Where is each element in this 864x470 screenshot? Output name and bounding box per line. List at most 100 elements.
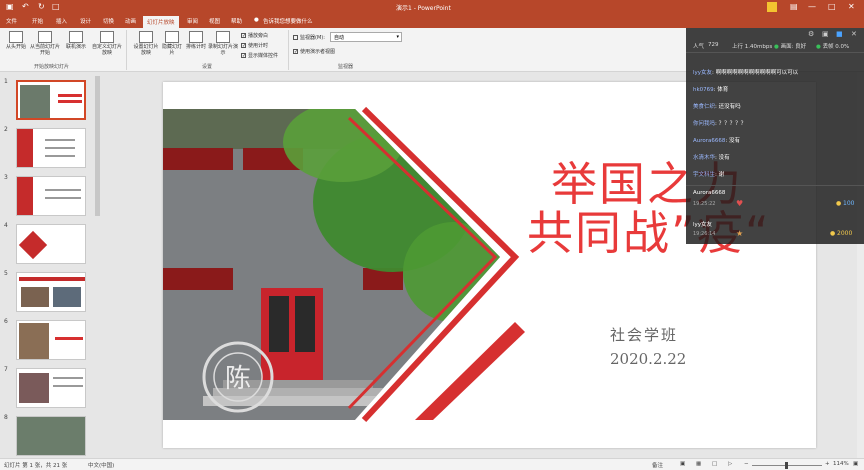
zoom-slider-handle[interactable]	[785, 462, 788, 469]
language-status[interactable]: 中文(中国)	[88, 461, 114, 469]
thumb-photo	[20, 85, 50, 118]
door-pane	[269, 296, 289, 352]
present-online-button[interactable]: 联机演示	[64, 31, 88, 50]
slide-thumbnail-5[interactable]	[16, 272, 86, 312]
window-red	[163, 268, 233, 290]
tab-slideshow[interactable]: 幻灯片放映	[143, 16, 179, 28]
thumb-title	[55, 337, 83, 340]
tab-file[interactable]: 文件	[6, 17, 17, 25]
video-quality: ● 画面: 良好	[774, 44, 807, 50]
thumb-line	[45, 147, 75, 149]
presenter-view-checkbox[interactable]: ✓ 使用演示者视图	[293, 48, 335, 55]
thumb-line	[53, 377, 83, 379]
thumb-line	[45, 139, 75, 141]
lock-icon[interactable]: ▣	[822, 30, 829, 38]
status-bar: 幻灯片 第 1 张，共 21 张 中文(中国) 备注 ▣ ▦ □ ▷ − + 1…	[0, 458, 864, 470]
reading-view-icon[interactable]: □	[712, 461, 717, 467]
tab-insert[interactable]: 插入	[56, 17, 67, 25]
hide-slide-button[interactable]: 隐藏幻灯片	[160, 31, 184, 56]
slideshow-view-icon[interactable]: ▷	[728, 461, 732, 467]
clock-icon	[189, 31, 203, 43]
custom-show-button[interactable]: 自定义幻灯片放映	[92, 31, 122, 56]
narration-checkbox[interactable]: ✓ 播放旁白	[241, 32, 268, 39]
from-beginning-button[interactable]: 从头开始	[4, 31, 28, 50]
record-show-button[interactable]: 录制幻灯片演示	[208, 31, 238, 56]
zoom-level[interactable]: 114%	[833, 461, 849, 467]
ribbon-options-icon[interactable]: ▤	[790, 2, 798, 11]
tab-design[interactable]: 设计	[80, 17, 91, 25]
zoom-in-icon[interactable]: +	[825, 461, 830, 467]
minimize-icon[interactable]: —	[808, 2, 816, 11]
fit-window-icon[interactable]: ▣	[853, 461, 858, 467]
gift-icon: ♥	[736, 199, 744, 208]
maximize-icon[interactable]: □	[828, 2, 836, 11]
thumb-line	[45, 197, 81, 199]
rehearse-timings-button[interactable]: 排练计时	[184, 31, 208, 50]
chat-message: Aurora6668: 没有	[693, 138, 741, 144]
slide-thumbnail-6[interactable]	[16, 320, 86, 360]
thumb-photo	[17, 417, 85, 455]
tab-home[interactable]: 开始	[32, 17, 43, 25]
monitor-select[interactable]: 自动 ▾	[330, 32, 402, 42]
tab-help[interactable]: 帮助	[231, 17, 242, 25]
thumb-photo	[21, 287, 49, 307]
custom-icon	[100, 31, 114, 43]
from-current-button[interactable]: 从当前幻灯片开始	[28, 31, 62, 56]
normal-view-icon[interactable]: ▣	[680, 461, 685, 467]
chat-message: 你问我吗: ？？？？？	[693, 121, 747, 127]
gift-sender: lyy女友	[693, 222, 713, 228]
undo-icon[interactable]: ↶	[22, 2, 29, 11]
hide-icon	[165, 31, 179, 43]
viewers-count: 729	[708, 42, 719, 48]
thumb-bar	[19, 277, 85, 281]
chat-message: hk0769: 体育	[693, 87, 729, 93]
zoom-out-icon[interactable]: −	[744, 461, 749, 467]
close-icon[interactable]: ✕	[851, 30, 857, 38]
tab-animations[interactable]: 动画	[125, 17, 136, 25]
slide-thumbnail-2[interactable]	[16, 128, 86, 168]
account-icon[interactable]	[767, 2, 777, 12]
media-controls-checkbox[interactable]: ✓ 显示媒体控件	[241, 52, 278, 59]
redo-icon[interactable]: ↻	[38, 2, 45, 11]
close-icon[interactable]: ✕	[848, 2, 855, 11]
slide-thumbnail-7[interactable]	[16, 368, 86, 408]
door-pane	[295, 296, 315, 352]
slide-thumbnail-1[interactable]	[16, 80, 86, 120]
thumb-line	[53, 385, 83, 387]
upload-rate: 上行 1.40mbps	[732, 44, 773, 50]
slide-number: 7	[4, 366, 8, 373]
building-photo: 陈	[163, 109, 500, 420]
thumbnail-scrollbar[interactable]	[95, 76, 100, 216]
tab-review[interactable]: 审阅	[187, 17, 198, 25]
tell-me-search[interactable]: 告诉我您想要做什么	[263, 17, 313, 25]
slide-date[interactable]: 2020.2.22	[610, 350, 686, 368]
tab-transitions[interactable]: 切换	[103, 17, 114, 25]
setup-show-button[interactable]: 设置幻灯片放映	[132, 31, 160, 56]
title-bar: ▣ ↶ ↻ □ 演示1 - PowerPoint ▤ — □ ✕	[0, 0, 864, 15]
thumb-diamond	[18, 230, 48, 260]
slide-thumbnail-4[interactable]	[16, 224, 86, 264]
slide-subtitle[interactable]: 社会学班	[610, 324, 678, 345]
notes-button[interactable]: 备注	[652, 461, 663, 469]
live-chat-overlay: ⚙ ▣ ■ ✕ 人气 729 上行 1.40mbps ● 画面: 良好 ● 丢帧…	[686, 28, 864, 244]
save-icon[interactable]: ▣	[6, 2, 14, 11]
slide-thumbnail-3[interactable]	[16, 176, 86, 216]
thumb-block	[17, 177, 33, 215]
chat-message: 水清木华: 没有	[693, 155, 730, 161]
play-icon	[9, 31, 23, 43]
tab-view[interactable]: 视图	[209, 17, 220, 25]
present-icon[interactable]: □	[52, 2, 60, 11]
chat-icon[interactable]: ■	[836, 30, 843, 38]
window-title: 演示1 - PowerPoint	[396, 5, 451, 12]
lightbulb-icon: ●	[254, 17, 259, 23]
monitor-icon	[293, 35, 298, 40]
chat-message: lyy女友: 啊啊啊啊啊啊啊啊啊啊啊可以可以	[693, 70, 799, 76]
group-label-start: 开始放映幻灯片	[34, 64, 70, 70]
timings-checkbox[interactable]: ✓ 使用计时	[241, 42, 268, 49]
coin-icon: ●	[830, 230, 836, 237]
slide-number: 8	[4, 414, 8, 421]
slide-thumbnail-8[interactable]	[16, 416, 86, 456]
slide-sorter-icon[interactable]: ▦	[696, 461, 701, 467]
gift-amount: 100	[843, 200, 855, 207]
settings-icon[interactable]: ⚙	[808, 30, 814, 38]
